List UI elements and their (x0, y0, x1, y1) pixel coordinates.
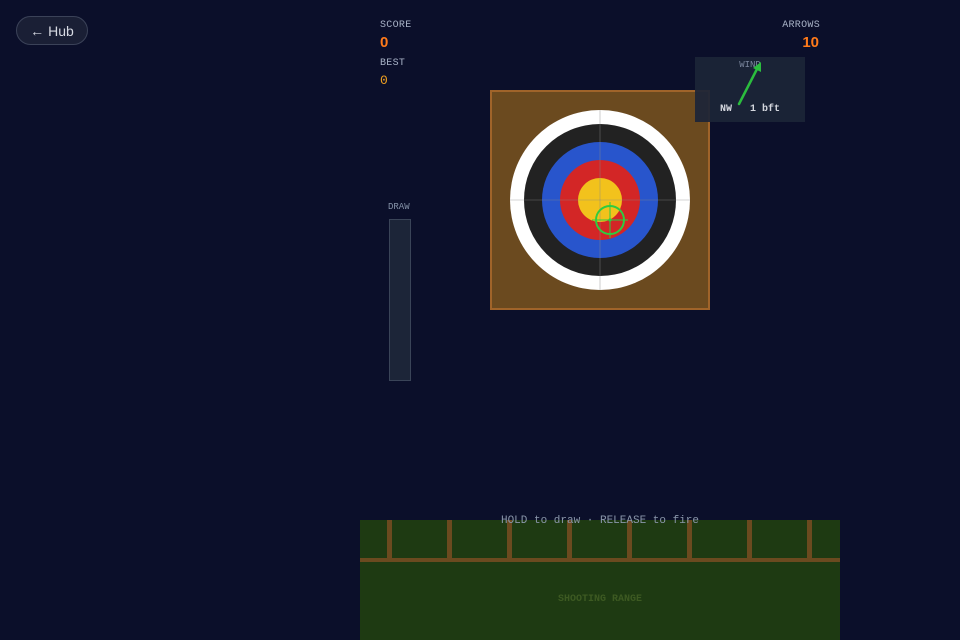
draw-power-meter (389, 219, 411, 381)
shooting-range-label: SHOOTING RANGE (557, 594, 642, 605)
archery-target (510, 110, 690, 290)
best-value: 0 (380, 73, 388, 88)
wind-indicator: WIND NW 1 bft (695, 57, 805, 122)
archery-game-screen[interactable]: ← Hub SCORE 0 BEST 0 ARROWS 10 SHOOTING … (0, 0, 960, 640)
wind-direction: NW (720, 104, 733, 115)
score-value: 0 (380, 34, 389, 51)
back-arrow-icon: ← (30, 22, 45, 39)
range-floor (360, 520, 840, 640)
wind-readout: NW 1 bft (720, 104, 780, 115)
back-to-hub-button[interactable]: ← Hub (16, 16, 88, 45)
target-board[interactable] (490, 90, 710, 310)
arrows-label: ARROWS (782, 20, 820, 31)
arrows-remaining-value: 10 (802, 34, 819, 51)
fence-rail (360, 558, 840, 562)
controls-hint: HOLD to draw · RELEASE to fire (500, 515, 700, 527)
draw-label: DRAW (388, 202, 410, 212)
wind-strength: 1 bft (750, 104, 781, 115)
best-label: BEST (380, 58, 406, 69)
range-fence (360, 520, 840, 562)
score-label: SCORE (380, 20, 412, 31)
back-button-label: Hub (48, 22, 74, 39)
